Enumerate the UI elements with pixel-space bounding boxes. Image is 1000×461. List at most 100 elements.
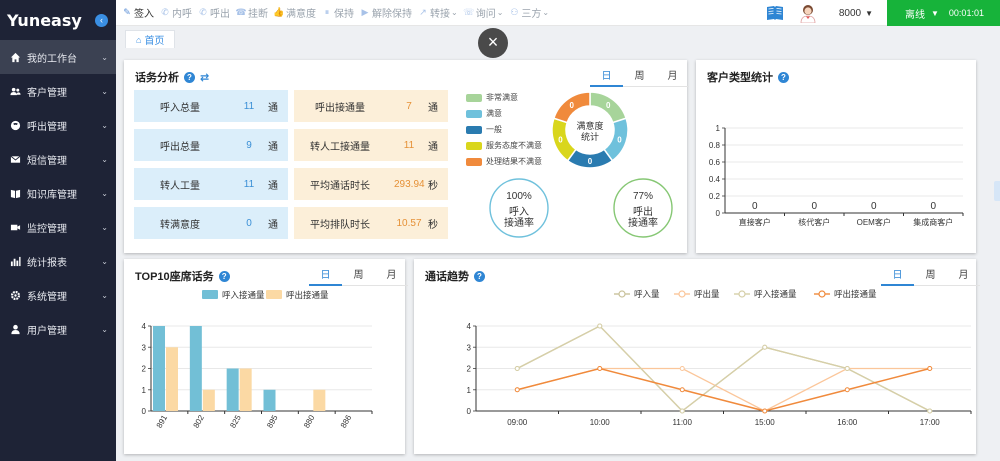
donut-slice-value: 0: [617, 136, 622, 145]
top10-chart: 呼入接通量 呼出接通量 0 1 2 3 4 891 802 825 895 880 886: [142, 290, 373, 430]
manual-book-icon[interactable]: [766, 4, 784, 22]
toolbar-play-button[interactable]: ▶ 解除保持: [360, 5, 412, 20]
help-icon[interactable]: ?: [474, 270, 485, 282]
toolbar-pause-button[interactable]: ⏸ 保持: [322, 5, 354, 20]
help-icon[interactable]: ?: [778, 71, 789, 83]
top10-bar[interactable]: [166, 347, 178, 411]
toolbar-phone-out-button[interactable]: ✆ 呼出: [198, 5, 230, 20]
satisfaction-legend-item[interactable]: 满意: [466, 108, 502, 119]
top10-bar[interactable]: [239, 368, 252, 412]
legend-label[interactable]: 呼出接通量: [834, 289, 877, 299]
sidebar-item-dial[interactable]: 呼出管理 ⌄: [0, 108, 116, 142]
extension-caret-icon[interactable]: ▼: [865, 9, 873, 18]
tab-period-0[interactable]: 日: [881, 266, 914, 286]
side-scroll-handle[interactable]: [994, 181, 1000, 201]
trend-point[interactable]: [597, 366, 603, 371]
legend-label[interactable]: 呼入接通量: [754, 289, 797, 299]
toolbar-transfer-button[interactable]: ↗ 转接 ⌄: [418, 5, 457, 20]
toolbar-phone-button[interactable]: ✆ 内呼: [160, 5, 192, 20]
close-icon[interactable]: ×: [478, 28, 508, 58]
tab-home[interactable]: ⌂ 首页: [125, 30, 176, 48]
top10-bar[interactable]: [263, 389, 276, 411]
legend-label[interactable]: 呼出量: [694, 289, 720, 299]
trend-point[interactable]: [927, 408, 933, 414]
legend-marker[interactable]: [618, 290, 626, 298]
trend-point[interactable]: [514, 366, 520, 371]
x-tick-label: OEM客户: [857, 217, 891, 227]
stat-unit: 通: [428, 141, 438, 153]
legend-label[interactable]: 呼出接通量: [286, 290, 329, 300]
trend-point[interactable]: [597, 323, 603, 329]
trend-point[interactable]: [679, 387, 685, 393]
legend-swatch[interactable]: [266, 290, 282, 299]
sidebar-item-envelope[interactable]: 短信管理 ⌄: [0, 142, 116, 176]
donut-slice[interactable]: [551, 117, 577, 162]
trend-point[interactable]: [679, 366, 685, 371]
tab-period-1[interactable]: 周: [342, 266, 375, 286]
legend-marker[interactable]: [818, 290, 826, 298]
y-tick-label: 1: [142, 386, 147, 395]
trend-point[interactable]: [844, 366, 850, 371]
inbound-rate-line2: 接通率: [504, 216, 534, 229]
sidebar-item-video[interactable]: 监控管理 ⌄: [0, 210, 116, 244]
top10-bar[interactable]: [226, 368, 239, 412]
chevron-left-icon[interactable]: ‹: [95, 13, 108, 27]
tab-period-2[interactable]: 月: [947, 266, 980, 286]
satisfaction-legend-item[interactable]: 服务态度不满意: [466, 140, 542, 151]
stat-card: 平均通话时长 293.94 秒: [294, 168, 448, 200]
stat-unit: 通: [268, 219, 278, 231]
x-tick-label: 09:00: [507, 418, 528, 427]
trend-point[interactable]: [679, 408, 685, 414]
tab-period-2[interactable]: 月: [656, 67, 689, 87]
donut-slice-value: 0: [606, 101, 611, 110]
satisfaction-legend-item[interactable]: 一般: [466, 124, 502, 135]
sidebar-item-gear[interactable]: 系统管理 ⌄: [0, 278, 116, 312]
sidebar-item-bar-chart[interactable]: 统计报表 ⌄: [0, 244, 116, 278]
book-open-icon: [9, 187, 21, 199]
extension-number[interactable]: 8000: [839, 8, 861, 19]
tab-period-0[interactable]: 日: [590, 67, 623, 87]
x-tick-label: 核代客户: [798, 217, 830, 227]
toolbar-thumb-button[interactable]: 👍 满意度: [273, 5, 316, 20]
tab-period-1[interactable]: 周: [914, 266, 947, 286]
top10-bar[interactable]: [313, 389, 326, 411]
toolbar-signin-button[interactable]: ✎ 签入: [122, 5, 154, 20]
help-icon[interactable]: ?: [184, 71, 195, 83]
agent-status-dropdown[interactable]: 离线 ▼ 00:01:01: [887, 0, 1000, 26]
legend-swatch[interactable]: [202, 290, 218, 299]
top10-bar[interactable]: [202, 389, 215, 411]
x-tick-label: 17:00: [920, 418, 941, 427]
trend-point[interactable]: [762, 344, 768, 350]
legend-marker[interactable]: [738, 290, 746, 298]
toolbar-hangup-button[interactable]: ☎ 挂断: [235, 5, 268, 20]
x-tick-label: 集成商客户: [913, 217, 953, 227]
legend-marker[interactable]: [678, 290, 686, 298]
agent-avatar[interactable]: [799, 3, 817, 23]
sidebar-item-users[interactable]: 客户管理 ⌄: [0, 74, 116, 108]
toolbar-ask-button[interactable]: ☏ 询问 ⌄: [463, 5, 503, 20]
satisfaction-legend-item[interactable]: 非常满意: [466, 92, 518, 103]
y-tick-label: 0: [142, 407, 147, 416]
sidebar-item-home[interactable]: 我的工作台 ⌄: [0, 40, 116, 74]
bar-value-label: 0: [871, 201, 877, 212]
trend-point[interactable]: [927, 366, 933, 371]
toolbar-conference-button[interactable]: ⚇ 三方 ⌄: [509, 5, 549, 20]
sidebar-item-user[interactable]: 用户管理 ⌄: [0, 312, 116, 346]
legend-label[interactable]: 呼入量: [634, 289, 660, 299]
sidebar-item-label: 监控管理: [27, 223, 67, 235]
trend-point[interactable]: [514, 387, 520, 393]
legend-label[interactable]: 呼入接通量: [222, 290, 265, 300]
top10-bar[interactable]: [189, 326, 202, 411]
tab-period-2[interactable]: 月: [375, 266, 408, 286]
refresh-icon[interactable]: ⇄: [200, 71, 209, 84]
sidebar-item-book-open[interactable]: 知识库管理 ⌄: [0, 176, 116, 210]
tab-period-0[interactable]: 日: [309, 266, 342, 286]
trend-point[interactable]: [762, 408, 768, 414]
satisfaction-legend-item[interactable]: 处理结果不满意: [466, 156, 542, 167]
top10-bar[interactable]: [153, 326, 165, 411]
tab-period-1[interactable]: 周: [623, 67, 656, 87]
trend-point[interactable]: [844, 387, 850, 393]
stat-card: 平均排队时长 10.57 秒: [294, 207, 448, 239]
bar-value-label: 0: [811, 201, 817, 212]
help-icon[interactable]: ?: [218, 270, 230, 282]
